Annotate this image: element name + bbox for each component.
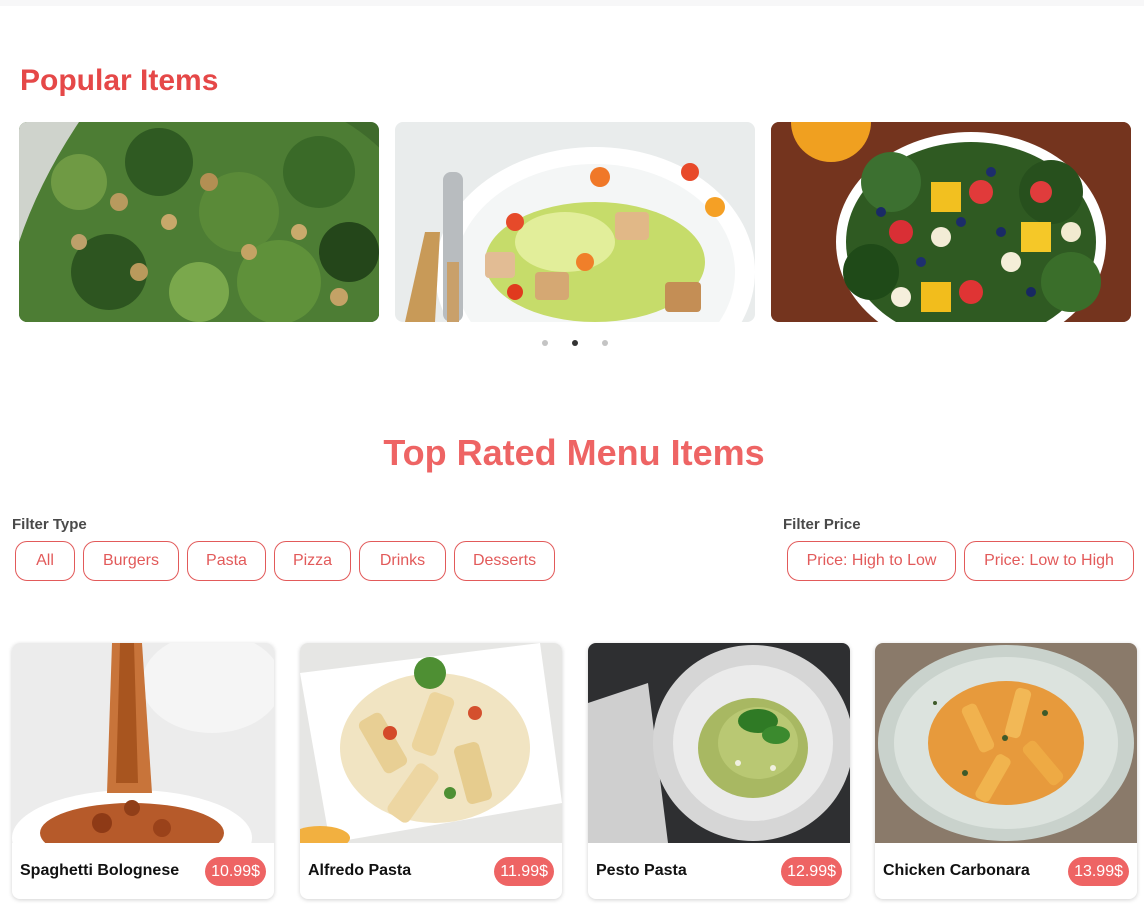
carousel-pagination: [540, 340, 612, 346]
carousel-slide-kale-salad[interactable]: [19, 122, 379, 322]
filter-drinks-button[interactable]: Drinks: [359, 541, 446, 581]
price-high-to-low-button[interactable]: Price: High to Low: [787, 541, 956, 581]
filter-desserts-button[interactable]: Desserts: [454, 541, 555, 581]
menu-item-name: Chicken Carbonara: [883, 862, 1030, 879]
filter-pizza-button[interactable]: Pizza: [274, 541, 351, 581]
chicken-carbonara-image: [875, 643, 1137, 843]
price-low-to-high-button[interactable]: Price: Low to High: [964, 541, 1134, 581]
menu-card-alfredo-pasta[interactable]: Alfredo Pasta 11.99$: [300, 643, 562, 899]
pesto-pasta-image: [588, 643, 850, 843]
top-rated-title: Top Rated Menu Items: [383, 432, 765, 473]
filter-pasta-button[interactable]: Pasta: [187, 541, 266, 581]
menu-card-spaghetti-bolognese[interactable]: Spaghetti Bolognese 10.99$: [12, 643, 274, 899]
spaghetti-bolognese-image: [12, 643, 274, 843]
carousel-slide-fruit-salad[interactable]: [771, 122, 1131, 322]
caesar-salad-image: [395, 122, 755, 322]
top-strip: [0, 0, 1144, 6]
fruit-salad-image: [771, 122, 1131, 322]
carousel-dot-2[interactable]: [572, 340, 578, 346]
price-badge: 11.99$: [494, 857, 554, 886]
price-badge: 13.99$: [1068, 857, 1129, 886]
carousel-dot-3[interactable]: [602, 340, 608, 346]
menu-card-pesto-pasta[interactable]: Pesto Pasta 12.99$: [588, 643, 850, 899]
price-badge: 10.99$: [205, 857, 266, 886]
price-badge: 12.99$: [781, 857, 842, 886]
menu-card-chicken-carbonara[interactable]: Chicken Carbonara 13.99$: [875, 643, 1137, 899]
kale-salad-image: [19, 122, 379, 322]
carousel-dot-1[interactable]: [542, 340, 548, 346]
carousel-slide-caesar-salad[interactable]: [395, 122, 755, 322]
filter-price-label: Filter Price: [783, 516, 861, 533]
popular-items-title: Popular Items: [20, 64, 219, 97]
filter-all-button[interactable]: All: [15, 541, 75, 581]
filter-type-label: Filter Type: [12, 516, 87, 533]
menu-item-name: Spaghetti Bolognese: [20, 862, 180, 879]
menu-item-name: Pesto Pasta: [596, 862, 687, 879]
menu-item-name: Alfredo Pasta: [308, 862, 412, 879]
popular-carousel[interactable]: [19, 122, 1131, 322]
alfredo-pasta-image: [300, 643, 562, 843]
filter-burgers-button[interactable]: Burgers: [83, 541, 179, 581]
